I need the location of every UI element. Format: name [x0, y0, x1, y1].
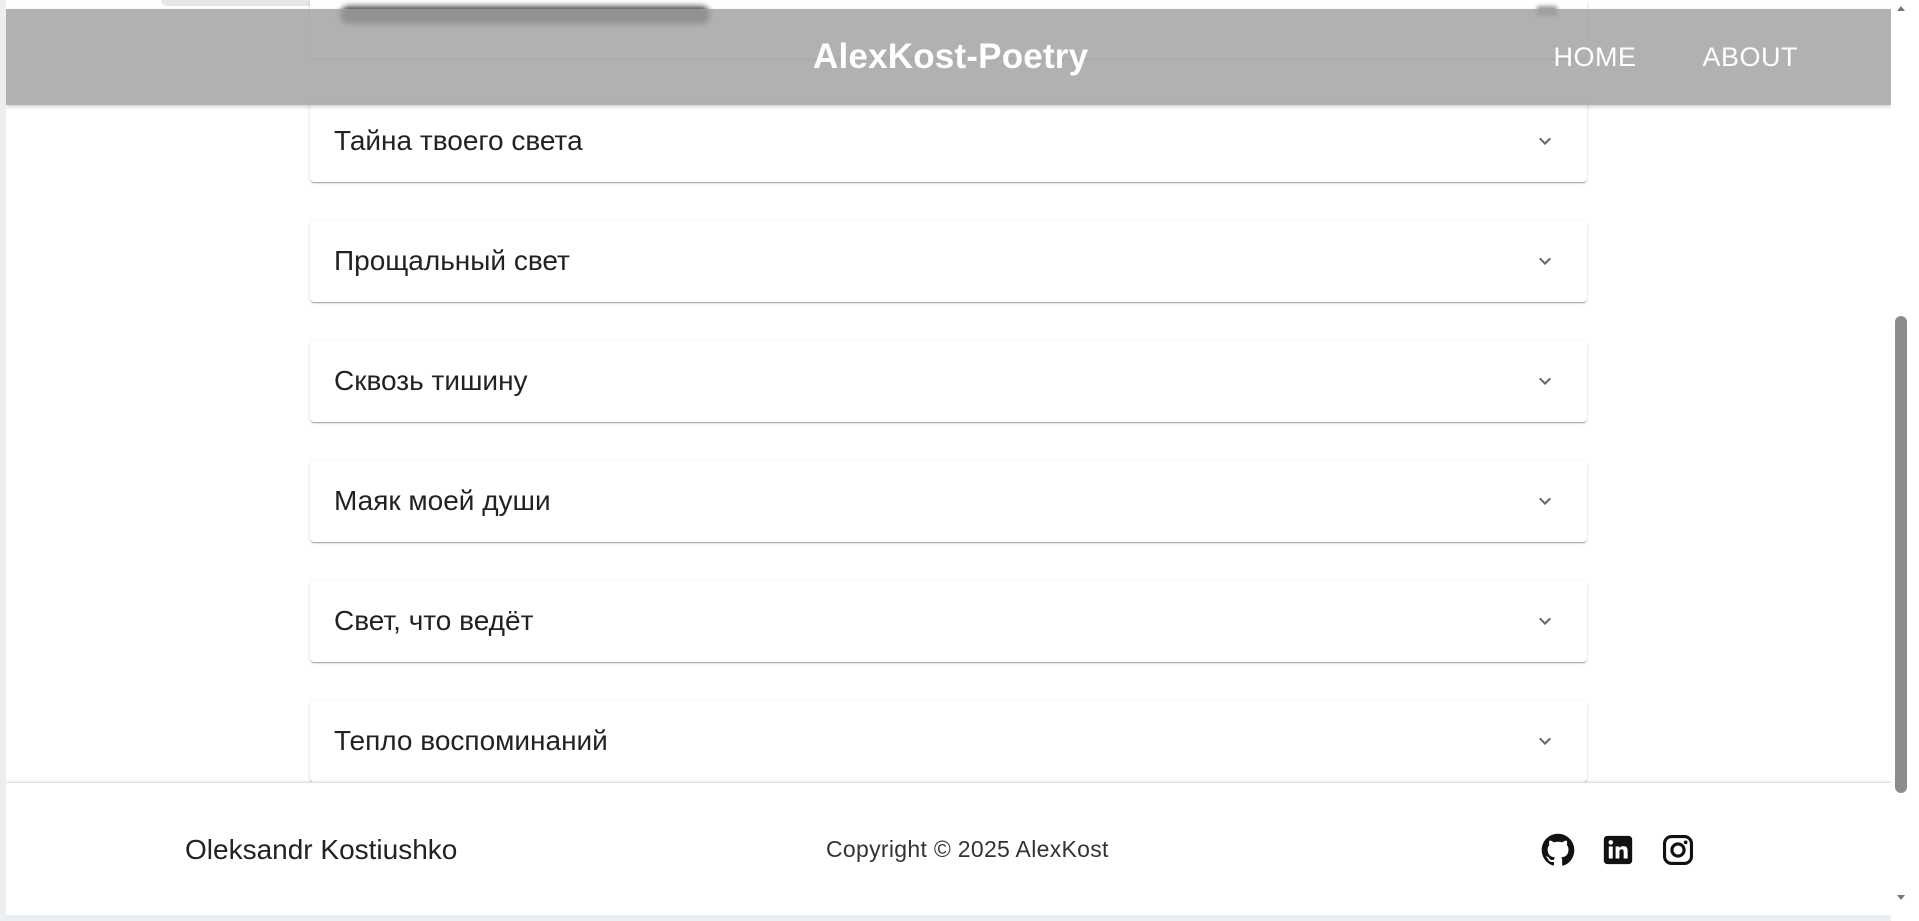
app-bar: AlexKost-Poetry HOME ABOUT	[6, 9, 1891, 105]
chevron-down-icon	[1539, 137, 1551, 145]
site-footer: Oleksandr Kostiushko Copyright © 2025 Al…	[6, 782, 1891, 915]
scroll-up-arrow-icon[interactable]	[1894, 2, 1908, 16]
poem-accordion-item[interactable]: Прощальный свет	[310, 220, 1587, 302]
poem-accordion-item[interactable]: Сквозь тишину	[310, 340, 1587, 422]
scrollbar-thumb[interactable]	[1895, 316, 1907, 793]
poem-accordion-item[interactable]: Свет, что ведёт	[310, 580, 1587, 662]
chevron-down-icon	[1539, 257, 1551, 265]
chevron-down-icon	[1539, 737, 1551, 745]
social-links	[1541, 833, 1695, 867]
poem-title: Свет, что ведёт	[334, 605, 534, 636]
poem-title: Тайна твоего света	[334, 125, 583, 156]
main-nav: HOME ABOUT	[1520, 9, 1831, 105]
nav-about-link[interactable]: ABOUT	[1669, 42, 1831, 73]
linkedin-icon[interactable]	[1601, 833, 1635, 867]
nav-home-link[interactable]: HOME	[1520, 42, 1669, 73]
poem-title: Прощальный свет	[334, 245, 570, 276]
poem-title: Сквозь тишину	[334, 365, 528, 396]
chevron-down-icon	[1539, 377, 1551, 385]
poem-accordion-item[interactable]: Тепло воспоминаний	[310, 700, 1587, 782]
github-icon[interactable]	[1541, 833, 1575, 867]
poem-accordion-item[interactable]: Тайна твоего света	[310, 100, 1587, 182]
instagram-icon[interactable]	[1661, 833, 1695, 867]
poem-title: Тепло воспоминаний	[334, 725, 608, 756]
brand-title[interactable]: AlexKost-Poetry	[813, 9, 1088, 105]
footer-author-name: Oleksandr Kostiushko	[185, 834, 458, 865]
chevron-down-icon	[1539, 617, 1551, 625]
chevron-down-icon	[1539, 497, 1551, 505]
poem-accordion-item[interactable]: Маяк моей души	[310, 460, 1587, 542]
footer-copyright: Copyright © 2025 AlexKost	[826, 836, 1109, 862]
poem-title: Маяк моей души	[334, 485, 551, 516]
page-viewport: AlexKost-Poetry HOME ABOUT Тайна твоего …	[6, 0, 1891, 915]
scroll-down-arrow-icon[interactable]	[1894, 890, 1908, 904]
